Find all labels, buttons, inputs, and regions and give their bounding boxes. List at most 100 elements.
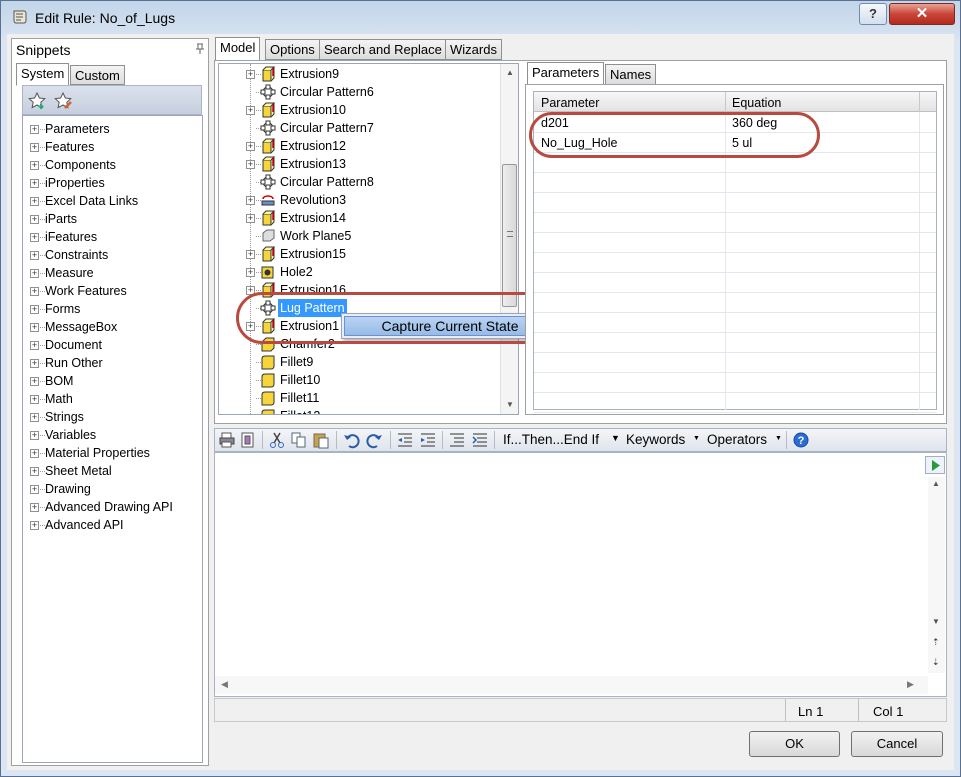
- expand-snippet-icon[interactable]: +: [30, 449, 39, 458]
- help-button[interactable]: ?: [859, 3, 887, 25]
- snippet-category-iproperties[interactable]: iProperties: [45, 174, 105, 192]
- undo-icon[interactable]: [342, 431, 360, 449]
- expand-snippet-icon[interactable]: +: [30, 323, 39, 332]
- snippet-category-measure[interactable]: Measure: [45, 264, 94, 282]
- model-feature-extrusion14[interactable]: Extrusion14: [280, 209, 346, 227]
- tab-search-replace[interactable]: Search and Replace: [319, 39, 447, 60]
- expand-snippet-icon[interactable]: +: [30, 467, 39, 476]
- model-feature-extrusion9[interactable]: Extrusion9: [280, 65, 339, 83]
- model-feature-extrusion15[interactable]: Extrusion15: [280, 245, 346, 263]
- expand-feature-icon[interactable]: +: [246, 250, 255, 259]
- title-bar[interactable]: Edit Rule: No_of_Lugs ? ✕: [1, 1, 961, 35]
- comment-icon[interactable]: [448, 431, 466, 449]
- scroll-down-arrow-icon[interactable]: ▼: [506, 400, 514, 409]
- snippet-category-sheet-metal[interactable]: Sheet Metal: [45, 462, 112, 480]
- operators-dropdown[interactable]: Operators: [707, 432, 767, 447]
- scroll-thumb[interactable]: [502, 164, 517, 307]
- expand-feature-icon[interactable]: +: [246, 214, 255, 223]
- tab-system[interactable]: System: [16, 63, 70, 86]
- cancel-button[interactable]: Cancel: [851, 731, 943, 757]
- pin-icon[interactable]: [194, 43, 206, 55]
- expand-snippet-icon[interactable]: +: [30, 215, 39, 224]
- column-parameter[interactable]: Parameter: [541, 96, 599, 110]
- print-icon[interactable]: [218, 431, 236, 449]
- model-tree-scrollbar[interactable]: ▲ ▼: [500, 64, 518, 414]
- tab-names[interactable]: Names: [605, 64, 657, 85]
- model-feature-circular-pattern8[interactable]: Circular Pattern8: [280, 173, 374, 191]
- print-preview-icon[interactable]: [239, 431, 257, 449]
- snippet-category-forms[interactable]: Forms: [45, 300, 80, 318]
- expand-snippet-icon[interactable]: +: [30, 485, 39, 494]
- snippet-category-constraints[interactable]: Constraints: [45, 246, 108, 264]
- editor-scroll-up-icon[interactable]: ▲: [932, 479, 940, 488]
- expand-snippet-icon[interactable]: +: [30, 197, 39, 206]
- scroll-left-icon[interactable]: ◀: [221, 679, 228, 690]
- model-feature-hole2[interactable]: Hole2: [280, 263, 313, 281]
- editor-scroll-down-icon[interactable]: ▼: [932, 617, 940, 626]
- snippet-category-features[interactable]: Features: [45, 138, 94, 156]
- tab-options[interactable]: Options: [265, 39, 320, 60]
- expand-snippet-icon[interactable]: +: [30, 305, 39, 314]
- expand-feature-icon[interactable]: +: [246, 160, 255, 169]
- snippet-category-math[interactable]: Math: [45, 390, 73, 408]
- tab-custom[interactable]: Custom: [70, 65, 125, 85]
- model-feature-extrusion13[interactable]: Extrusion13: [280, 155, 346, 173]
- add-favorite-icon[interactable]: [27, 91, 47, 111]
- scroll-bottom-icon[interactable]: ⇣: [932, 657, 940, 668]
- snippet-category-parameters[interactable]: Parameters: [45, 120, 110, 138]
- model-feature-fillet12[interactable]: Fillet12: [280, 407, 320, 414]
- ifthen-dropdown-arrow-icon[interactable]: ▼: [611, 433, 620, 443]
- snippet-category-messagebox[interactable]: MessageBox: [45, 318, 117, 336]
- snippet-category-work-features[interactable]: Work Features: [45, 282, 127, 300]
- close-button[interactable]: ✕: [889, 3, 955, 25]
- snippet-category-strings[interactable]: Strings: [45, 408, 84, 426]
- indent-icon[interactable]: [419, 431, 437, 449]
- expand-snippet-icon[interactable]: +: [30, 287, 39, 296]
- tab-wizards[interactable]: Wizards: [445, 39, 502, 60]
- paste-icon[interactable]: [312, 431, 330, 449]
- model-feature-fillet11[interactable]: Fillet11: [280, 389, 319, 407]
- redo-icon[interactable]: [366, 431, 384, 449]
- expand-snippet-icon[interactable]: +: [30, 161, 39, 170]
- snippet-category-excel-data-links[interactable]: Excel Data Links: [45, 192, 138, 210]
- copy-icon[interactable]: [290, 431, 308, 449]
- snippet-category-iparts[interactable]: iParts: [45, 210, 77, 228]
- snippet-category-drawing[interactable]: Drawing: [45, 480, 91, 498]
- expand-snippet-icon[interactable]: +: [30, 143, 39, 152]
- rule-editor[interactable]: ▲ ▼ ⇡ ⇣ ◀ ▶: [214, 452, 947, 697]
- expand-snippet-icon[interactable]: +: [30, 251, 39, 260]
- expand-snippet-icon[interactable]: +: [30, 179, 39, 188]
- snippet-category-advanced-drawing-api[interactable]: Advanced Drawing API: [45, 498, 173, 516]
- expand-feature-icon[interactable]: +: [246, 106, 255, 115]
- column-equation[interactable]: Equation: [732, 96, 781, 110]
- snippet-category-advanced-api[interactable]: Advanced API: [45, 516, 124, 534]
- edit-favorite-icon[interactable]: [53, 91, 73, 111]
- snippet-category-document[interactable]: Document: [45, 336, 102, 354]
- expand-snippet-icon[interactable]: +: [30, 521, 39, 530]
- model-feature-fillet10[interactable]: Fillet10: [280, 371, 320, 389]
- model-feature-fillet9[interactable]: Fillet9: [280, 353, 313, 371]
- snippet-category-bom[interactable]: BOM: [45, 372, 73, 390]
- expand-snippet-icon[interactable]: +: [30, 233, 39, 242]
- keywords-dropdown[interactable]: Keywords: [626, 432, 685, 447]
- model-feature-extrusion10[interactable]: Extrusion10: [280, 101, 346, 119]
- expand-snippet-icon[interactable]: +: [30, 269, 39, 278]
- editor-hscrollbar[interactable]: ◀ ▶: [215, 676, 928, 694]
- expand-snippet-icon[interactable]: +: [30, 503, 39, 512]
- run-button[interactable]: [925, 456, 945, 474]
- model-feature-work-plane5[interactable]: Work Plane5: [280, 227, 351, 245]
- model-feature-circular-pattern7[interactable]: Circular Pattern7: [280, 119, 374, 137]
- help-icon[interactable]: ?: [792, 431, 810, 449]
- expand-snippet-icon[interactable]: +: [30, 359, 39, 368]
- ifthen-snippet-button[interactable]: If...Then...End If: [503, 432, 599, 447]
- snippet-category-components[interactable]: Components: [45, 156, 116, 174]
- expand-feature-icon[interactable]: +: [246, 142, 255, 151]
- snippet-category-ifeatures[interactable]: iFeatures: [45, 228, 97, 246]
- expand-snippet-icon[interactable]: +: [30, 341, 39, 350]
- expand-snippet-icon[interactable]: +: [30, 395, 39, 404]
- model-feature-circular-pattern6[interactable]: Circular Pattern6: [280, 83, 374, 101]
- model-feature-extrusion12[interactable]: Extrusion12: [280, 137, 346, 155]
- cut-icon[interactable]: [268, 431, 286, 449]
- expand-snippet-icon[interactable]: +: [30, 125, 39, 134]
- scroll-right-icon[interactable]: ▶: [907, 679, 914, 690]
